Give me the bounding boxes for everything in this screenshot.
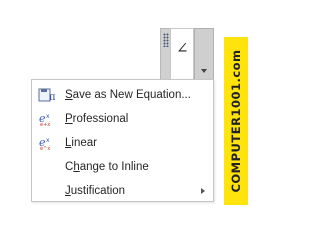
grip-dots-icon (163, 33, 169, 47)
svg-text:e^x: e^x (40, 146, 50, 151)
menu-item-justification[interactable]: Justification (32, 179, 213, 203)
svg-text:e+x: e+x (40, 122, 50, 127)
watermark-banner: COMPUTER1001.com (224, 37, 248, 205)
linear-equation-icon: e x e^x (39, 136, 50, 151)
menu-item-label: Professional (65, 113, 129, 125)
menu-item-change-to-inline[interactable]: Change to Inline (32, 155, 213, 179)
menu-item-save-as-new-equation[interactable]: π Save as New Equation... (32, 83, 213, 107)
chevron-right-icon (201, 188, 205, 194)
equation-control: ∠ (160, 28, 214, 80)
menu-item-linear[interactable]: e x e^x Linear (32, 131, 213, 155)
menu-item-label: Save as New Equation... (65, 89, 191, 101)
menu-item-professional[interactable]: e x e+x Professional (32, 107, 213, 131)
chevron-down-icon (201, 69, 207, 73)
equation-options-menu: π Save as New Equation... e x e+x Profes… (31, 79, 214, 202)
pi-save-icon: π (38, 88, 56, 103)
svg-text:x: x (46, 113, 50, 120)
professional-equation-icon: e x e+x (39, 112, 50, 127)
menu-item-label: Justification (65, 185, 126, 197)
menu-item-label: Linear (65, 137, 97, 149)
svg-text:π: π (49, 92, 56, 103)
svg-text:x: x (46, 137, 50, 144)
equation-box[interactable]: ∠ (170, 28, 194, 80)
watermark-text: COMPUTER1001.com (229, 49, 243, 193)
equation-options-button[interactable] (194, 28, 214, 80)
menu-item-label: Change to Inline (65, 161, 149, 173)
angle-symbol: ∠ (176, 39, 189, 57)
